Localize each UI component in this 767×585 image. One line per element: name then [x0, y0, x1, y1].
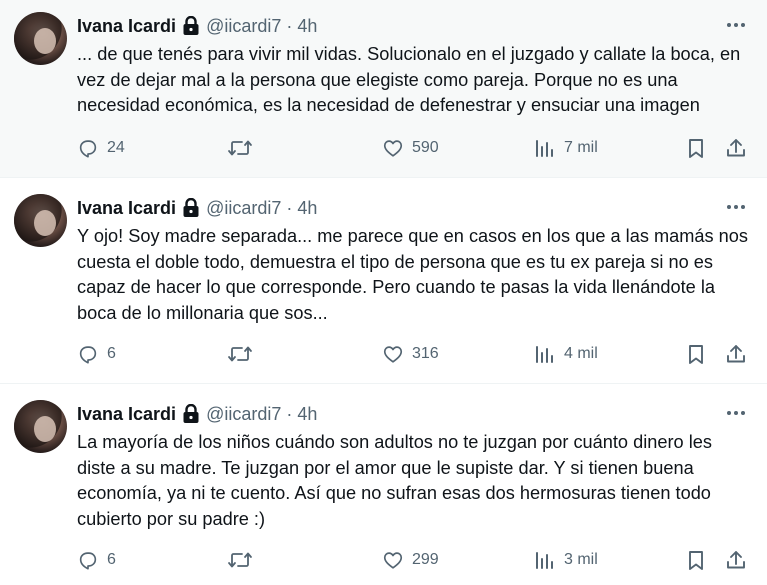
author-handle[interactable]: @iicardi7 [206, 404, 281, 425]
bookmark-button[interactable] [685, 134, 707, 162]
share-button[interactable] [724, 546, 748, 574]
share-button[interactable] [724, 340, 748, 368]
reply-count: 6 [107, 551, 116, 568]
more-icon[interactable] [725, 406, 747, 420]
views-icon [536, 140, 553, 157]
tweet-text: La mayoría de los niños cuándo son adult… [77, 432, 712, 529]
like-count: 316 [412, 345, 439, 362]
reply-button[interactable]: 6 [77, 340, 116, 368]
author-name[interactable]: Ivana Icardi [77, 16, 176, 37]
author-name[interactable]: Ivana Icardi [77, 404, 176, 425]
share-button[interactable] [724, 134, 748, 162]
reply-icon [79, 140, 97, 158]
like-button[interactable]: 590 [382, 134, 439, 162]
share-icon [727, 345, 745, 363]
timestamp[interactable]: 4h [297, 404, 317, 425]
lock-icon [182, 198, 200, 218]
reply-icon [79, 346, 97, 364]
more-icon[interactable] [725, 18, 747, 32]
share-icon [727, 139, 745, 157]
bookmark-icon [689, 139, 703, 158]
tweet[interactable]: Ivana Icardi @iicardi7 · 4h La mayoría d… [0, 384, 767, 585]
like-button[interactable]: 316 [382, 340, 439, 368]
bookmark-icon [689, 345, 703, 364]
tweet-text: Y ojo! Soy madre separada... me parece q… [77, 226, 748, 323]
author-name[interactable]: Ivana Icardi [77, 198, 176, 219]
bookmark-button[interactable] [685, 340, 707, 368]
like-count: 299 [412, 551, 439, 568]
reply-button[interactable]: 24 [77, 134, 125, 162]
tweet-header: Ivana Icardi @iicardi7 · 4h [77, 402, 317, 426]
tweet-header: Ivana Icardi @iicardi7 · 4h [77, 14, 317, 38]
tweet[interactable]: Ivana Icardi @iicardi7 · 4h ... de que t… [0, 0, 767, 178]
views-button[interactable]: 4 mil [534, 340, 598, 368]
reply-icon [79, 552, 97, 570]
timestamp[interactable]: 4h [297, 198, 317, 219]
reply-count: 24 [107, 139, 125, 156]
views-icon [536, 552, 553, 569]
author-handle[interactable]: @iicardi7 [206, 198, 281, 219]
reply-button[interactable]: 6 [77, 546, 116, 574]
views-count: 4 mil [564, 345, 598, 362]
retweet-icon [228, 140, 252, 156]
separator: · [286, 15, 293, 36]
avatar[interactable] [14, 12, 67, 65]
views-count: 7 mil [564, 139, 598, 156]
share-icon [727, 551, 745, 569]
tweet[interactable]: Ivana Icardi @iicardi7 · 4h Y ojo! Soy m… [0, 178, 767, 384]
views-icon [536, 346, 553, 363]
lock-icon [182, 404, 200, 424]
tweet-header: Ivana Icardi @iicardi7 · 4h [77, 196, 317, 220]
retweet-icon [228, 552, 252, 568]
retweet-button[interactable] [227, 134, 253, 162]
author-handle[interactable]: @iicardi7 [206, 16, 281, 37]
more-icon[interactable] [725, 200, 747, 214]
heart-icon [383, 346, 403, 363]
retweet-button[interactable] [227, 340, 253, 368]
like-count: 590 [412, 139, 439, 156]
reply-count: 6 [107, 345, 116, 362]
heart-icon [383, 140, 403, 157]
views-button[interactable]: 7 mil [534, 134, 598, 162]
avatar[interactable] [14, 194, 67, 247]
bookmark-button[interactable] [685, 546, 707, 574]
retweet-icon [228, 346, 252, 362]
tweet-actions: 24 590 7 mil [77, 134, 757, 162]
tweet-text: ... de que tenés para vivir mil vidas. S… [77, 44, 741, 115]
separator: · [286, 197, 293, 218]
retweet-button[interactable] [227, 546, 253, 574]
separator: · [286, 403, 293, 424]
timestamp[interactable]: 4h [297, 16, 317, 37]
like-button[interactable]: 299 [382, 546, 439, 574]
heart-icon [383, 552, 403, 569]
tweet-actions: 6 316 4 mil [77, 340, 757, 368]
bookmark-icon [689, 551, 703, 570]
avatar[interactable] [14, 400, 67, 453]
views-button[interactable]: 3 mil [534, 546, 598, 574]
lock-icon [182, 16, 200, 36]
views-count: 3 mil [564, 551, 598, 568]
tweet-actions: 6 299 3 mil [77, 546, 757, 574]
